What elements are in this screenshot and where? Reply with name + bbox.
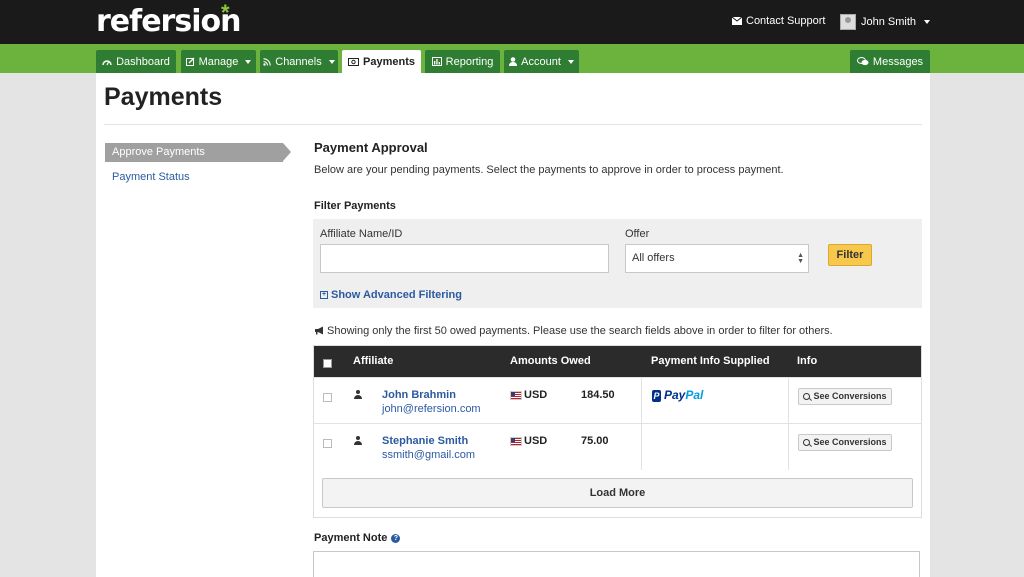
search-icon — [803, 439, 811, 446]
bar-chart-icon — [431, 57, 442, 66]
column-header-amounts-owed[interactable]: Amounts Owed — [510, 355, 591, 367]
contact-support-link[interactable]: Contact Support — [732, 15, 826, 27]
column-header-info[interactable]: Info — [797, 355, 817, 367]
caret-down-icon — [328, 59, 335, 64]
main-nav: Dashboard Manage Channels Payments Repor… — [0, 44, 1024, 73]
comments-icon — [856, 57, 869, 66]
offer-selected-value: All offers — [632, 252, 675, 264]
tab-payments[interactable]: Payments — [342, 50, 421, 73]
tab-label: Manage — [198, 55, 239, 68]
results-notice: Showing only the first 50 owed payments.… — [314, 325, 833, 337]
caret-down-icon — [924, 20, 931, 24]
select-arrows-icon: ▲ ▼ — [797, 252, 804, 265]
section-title: Payment Approval — [314, 140, 428, 155]
payment-note-textarea[interactable] — [313, 551, 920, 577]
affiliate-name[interactable]: Stephanie Smith — [382, 435, 468, 447]
user-menu[interactable]: John Smith — [840, 14, 931, 30]
see-conversions-label: See Conversions — [813, 391, 887, 401]
amount-owed: 184.50 — [581, 389, 615, 401]
title-divider — [104, 124, 922, 125]
plus-square-icon: + — [320, 291, 328, 300]
tab-label: Payments — [363, 55, 415, 68]
money-icon — [348, 57, 359, 66]
caret-down-icon — [567, 59, 574, 64]
offer-field-label: Offer — [625, 228, 650, 240]
tab-label: Account — [521, 55, 561, 68]
payment-info-text: PayPal — [664, 388, 704, 402]
dashboard-icon — [102, 59, 112, 65]
select-all-checkbox[interactable] — [323, 359, 332, 368]
sidebar-item-approve-payments[interactable]: Approve Payments — [105, 143, 291, 162]
tab-reporting[interactable]: Reporting — [425, 50, 500, 73]
us-flag-icon — [510, 391, 522, 400]
table-row: Stephanie Smith ssmith@gmail.com USD 75.… — [314, 423, 921, 470]
us-flag-icon — [510, 437, 522, 446]
column-header-affiliate[interactable]: Affiliate — [353, 355, 393, 367]
refersion-logo[interactable]: refersion — [96, 4, 241, 40]
bullhorn-icon — [315, 326, 323, 335]
affiliate-field-label: Affiliate Name/ID — [320, 228, 403, 240]
column-divider — [641, 424, 642, 470]
see-conversions-button[interactable]: See Conversions — [798, 434, 892, 451]
paypal-logo: P PayPal — [652, 388, 703, 402]
tab-channels[interactable]: Channels — [260, 50, 338, 73]
amount-owed: 75.00 — [581, 435, 609, 447]
affiliate-email[interactable]: john@refersion.com — [382, 403, 481, 415]
user-icon — [354, 436, 362, 445]
affiliate-name[interactable]: John Brahmin — [382, 389, 456, 401]
caret-down-icon — [245, 59, 252, 64]
currency-code: USD — [524, 389, 548, 401]
tab-label: Dashboard — [116, 55, 170, 68]
payments-table: Affiliate Amounts Owed Payment Info Supp… — [313, 345, 922, 518]
results-notice-text: Showing only the first 50 owed payments.… — [327, 325, 833, 337]
affiliate-email[interactable]: ssmith@gmail.com — [382, 449, 475, 461]
tab-label: Reporting — [445, 55, 494, 68]
offer-select[interactable]: All offers ▲ ▼ — [625, 244, 809, 273]
payment-note-label: Payment Note — [314, 532, 388, 544]
messages-label: Messages — [872, 55, 924, 68]
section-description: Below are your pending payments. Select … — [314, 164, 784, 176]
messages-button[interactable]: Messages — [850, 50, 930, 73]
envelope-icon — [732, 17, 742, 25]
question-circle-icon[interactable]: ? — [391, 533, 401, 543]
column-divider — [788, 424, 789, 470]
advanced-filtering-label: Show Advanced Filtering — [331, 289, 462, 301]
table-row: John Brahmin john@refersion.com USD 184.… — [314, 377, 921, 424]
column-divider — [641, 378, 642, 424]
advanced-filtering-toggle[interactable]: + Show Advanced Filtering — [320, 289, 462, 301]
table-header: Affiliate Amounts Owed Payment Info Supp… — [314, 346, 921, 377]
filter-title: Filter Payments — [314, 200, 396, 212]
edit-icon — [185, 57, 195, 66]
tab-manage[interactable]: Manage — [181, 50, 256, 73]
top-bar: refersion * Contact Support John Smith — [0, 0, 1024, 44]
paypal-mark-icon: P — [652, 389, 661, 402]
rss-icon — [263, 57, 271, 66]
load-more-button[interactable]: Load More — [322, 478, 913, 508]
sidebar-item-payment-status[interactable]: Payment Status — [112, 171, 190, 183]
column-header-payment-info[interactable]: Payment Info Supplied — [651, 355, 770, 367]
content-panel: Payments Approve Payments Payment Status… — [96, 73, 930, 577]
tab-label: Channels — [275, 55, 322, 68]
avatar — [840, 14, 856, 30]
filter-button[interactable]: Filter — [828, 244, 872, 266]
see-conversions-button[interactable]: See Conversions — [798, 388, 892, 405]
column-divider — [788, 378, 789, 424]
page-title: Payments — [104, 83, 223, 111]
user-icon — [354, 390, 362, 399]
row-checkbox[interactable] — [323, 393, 332, 402]
filter-panel: Affiliate Name/ID Offer All offers ▲ ▼ Fi… — [313, 219, 922, 308]
user-icon — [509, 57, 518, 66]
row-checkbox[interactable] — [323, 439, 332, 448]
user-name: John Smith — [861, 16, 917, 28]
search-icon — [803, 393, 811, 400]
payment-note-heading: Payment Note ? — [314, 532, 401, 544]
currency-code: USD — [524, 435, 548, 447]
contact-support-label: Contact Support — [746, 15, 826, 27]
logo-asterisk: * — [221, 0, 230, 25]
see-conversions-label: See Conversions — [813, 437, 887, 447]
affiliate-search-input[interactable] — [320, 244, 609, 273]
tab-account[interactable]: Account — [504, 50, 579, 73]
tab-dashboard[interactable]: Dashboard — [96, 50, 176, 73]
